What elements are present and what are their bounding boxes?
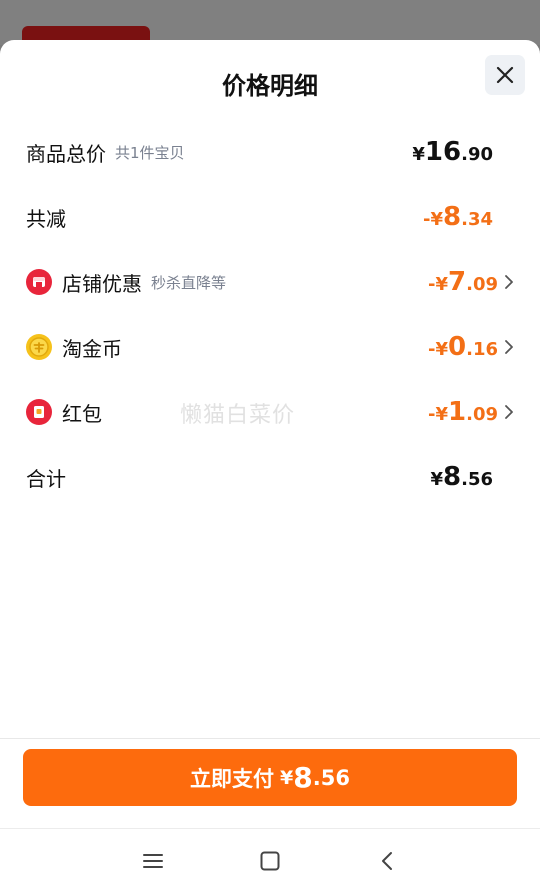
row-sublabel: 秒杀直降等 — [151, 273, 227, 292]
price-integer: 7 — [448, 267, 467, 297]
back-chevron-icon — [382, 852, 392, 870]
taojinbi-coin-icon — [26, 334, 52, 360]
price-decimal: .90 — [461, 144, 493, 165]
system-nav-bar — [0, 828, 540, 893]
row-taojinbi[interactable]: 淘金币 -¥ 0.16 — [26, 327, 514, 367]
row-price: ¥8.56 — [430, 462, 493, 492]
price-detail-sheet: 价格明细 商品总价 共1件宝贝 ¥16.90 共减 -¥ 8.34 店铺优惠 秒… — [0, 40, 540, 893]
bottom-bar: 立即支付 ¥8.56 — [0, 738, 540, 829]
row-price: -¥ 1.09 — [428, 397, 498, 427]
row-label: 红包 — [62, 401, 102, 426]
row-label: 合计 — [26, 466, 66, 491]
price-currency: ¥ — [430, 469, 444, 490]
pay-currency: ¥ — [280, 766, 294, 789]
pay-button-label: 立即支付 — [190, 766, 275, 791]
background-page — [0, 0, 540, 56]
row-price: -¥ 7.09 — [428, 267, 498, 297]
price-integer: 16 — [424, 137, 462, 167]
chevron-right-icon — [504, 339, 514, 355]
row-shop-discount[interactable]: 店铺优惠 秒杀直降等 -¥ 7.09 — [26, 262, 514, 302]
price-integer: 0 — [448, 332, 467, 362]
row-sublabel: 共1件宝贝 — [115, 143, 185, 162]
pay-now-button[interactable]: 立即支付 ¥8.56 — [23, 749, 517, 806]
price-currency: -¥ — [423, 209, 444, 230]
red-packet-icon — [26, 399, 52, 425]
row-subtotal: 合计 ¥8.56 — [26, 457, 514, 497]
close-button[interactable] — [485, 55, 525, 95]
price-decimal: .09 — [466, 274, 498, 295]
pay-decimal: .56 — [312, 765, 350, 790]
price-currency: -¥ — [428, 339, 449, 360]
price-integer: 1 — [448, 397, 467, 427]
row-price: -¥ 0.16 — [428, 332, 498, 362]
price-currency: ¥ — [412, 144, 425, 165]
menu-icon — [143, 854, 163, 868]
shop-discount-icon — [26, 269, 52, 295]
price-decimal: .56 — [461, 469, 493, 490]
row-price: -¥ 8.34 — [423, 202, 493, 232]
row-total-discount: 共减 -¥ 8.34 — [26, 197, 514, 237]
nav-back-button[interactable] — [372, 849, 402, 873]
watermark: 懒猫白菜价 — [180, 403, 296, 428]
price-integer: 8 — [443, 462, 462, 492]
pay-integer: 8 — [293, 761, 313, 794]
price-currency: -¥ — [428, 274, 449, 295]
sheet-title: 价格明细 — [222, 72, 318, 100]
home-square-icon — [260, 851, 280, 871]
row-label: 共减 — [26, 206, 66, 231]
price-decimal: .16 — [466, 339, 498, 360]
row-label: 商品总价 — [26, 141, 106, 166]
price-decimal: .34 — [461, 209, 493, 230]
chevron-right-icon — [504, 404, 514, 420]
price-integer: 8 — [443, 202, 462, 232]
price-currency: -¥ — [428, 404, 449, 425]
row-label: 店铺优惠 — [62, 271, 142, 296]
row-label: 淘金币 — [62, 336, 122, 361]
price-decimal: .09 — [466, 404, 498, 425]
chevron-right-icon — [504, 274, 514, 290]
row-price: ¥16.90 — [412, 137, 493, 167]
nav-home-button[interactable] — [255, 849, 285, 873]
nav-menu-button[interactable] — [138, 849, 168, 873]
close-icon — [496, 66, 514, 84]
row-goods-total: 商品总价 共1件宝贝 ¥16.90 — [26, 132, 514, 172]
